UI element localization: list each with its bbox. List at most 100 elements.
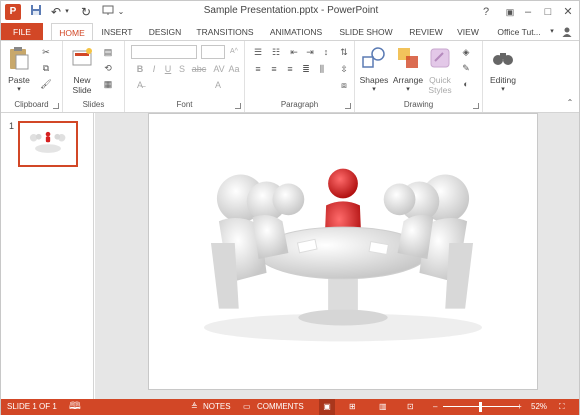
italic-button[interactable]: I (147, 63, 161, 75)
columns-icon[interactable]: ⫼ (315, 63, 329, 75)
font-launcher-icon[interactable] (235, 103, 241, 109)
shapes-icon (362, 47, 385, 68)
account-dropdown-icon[interactable]: ▾ (547, 23, 557, 41)
tab-design[interactable]: DESIGN (143, 23, 187, 41)
zoom-out-button[interactable]: – (433, 399, 437, 415)
increase-indent-icon[interactable]: ⇥ (303, 46, 317, 58)
clipboard-launcher-icon[interactable] (53, 103, 59, 109)
strikethrough-button[interactable]: abc (189, 63, 209, 75)
paste-dropdown-icon: ▾ (17, 86, 21, 93)
normal-view-icon[interactable]: ▣ (319, 399, 335, 415)
powerpoint-app-icon[interactable]: P (5, 4, 21, 20)
font-group-label: Font (176, 100, 193, 109)
section-icon[interactable]: ▦ (101, 78, 115, 90)
font-color-icon[interactable]: A (211, 79, 225, 91)
collapse-ribbon-icon[interactable]: ⌃ (563, 97, 577, 109)
zoom-in-button[interactable]: + (517, 399, 522, 415)
reading-view-icon[interactable]: ▥ (379, 399, 387, 415)
tab-home[interactable]: HOME (51, 23, 93, 41)
bold-button[interactable]: B (133, 63, 147, 75)
decrease-indent-icon[interactable]: ⇤ (287, 46, 301, 58)
editing-dropdown-icon: ▾ (501, 86, 505, 93)
restore-button[interactable]: □ (539, 3, 557, 21)
start-from-beginning-icon[interactable] (101, 4, 115, 20)
paragraph-launcher-icon[interactable] (345, 103, 351, 109)
character-spacing-button[interactable]: AV (211, 63, 227, 75)
clear-formatting-icon[interactable]: A̶ (133, 79, 147, 91)
align-right-icon[interactable]: ≡ (283, 63, 297, 75)
arrange-button[interactable]: Arrange ▾ (391, 45, 425, 93)
layout-icon[interactable]: ▤ (101, 46, 115, 58)
shape-effects-icon[interactable]: ◐ (459, 78, 473, 90)
line-spacing-icon[interactable]: ↕ (319, 46, 333, 58)
slide-sorter-icon[interactable]: ⊞ (349, 399, 356, 415)
text-direction-icon[interactable]: ⇅ (337, 46, 351, 58)
copy-icon[interactable]: ⧉ (39, 62, 53, 74)
slides-group: New Slide ▤ ⟲ ▦ Slides (63, 41, 125, 112)
undo-dropdown-icon[interactable]: ▾ (63, 4, 71, 20)
customize-qat-icon[interactable]: ⌄ (117, 4, 125, 20)
numbering-icon[interactable]: ☷ (269, 46, 283, 58)
slide-thumbnail[interactable] (18, 121, 78, 167)
tab-slide-show[interactable]: SLIDE SHOW (337, 23, 395, 41)
fit-to-window-icon[interactable]: ⛶ (559, 399, 565, 415)
text-shadow-button[interactable]: S (175, 63, 189, 75)
quick-styles-button[interactable]: Quick Styles (425, 45, 455, 95)
bullets-icon[interactable]: ☰ (251, 46, 265, 58)
comments-icon[interactable]: ▭ (243, 399, 251, 415)
align-left-icon[interactable]: ≡ (251, 63, 265, 75)
drawing-launcher-icon[interactable] (473, 103, 479, 109)
slide-show-icon[interactable]: ⊡ (407, 399, 414, 415)
justify-icon[interactable]: ≣ (299, 63, 313, 75)
shape-fill-icon[interactable]: ◈ (459, 46, 473, 58)
help-button[interactable]: ? (477, 3, 495, 21)
notes-icon[interactable]: ≜ (191, 399, 198, 415)
spell-check-icon[interactable]: 🕮 (69, 399, 81, 415)
user-avatar-icon[interactable] (559, 23, 575, 41)
font-name-combo[interactable] (131, 45, 197, 59)
redo-icon[interactable]: ↻ (79, 4, 93, 20)
ribbon: Paste ▾ ✂ ⧉ 🖌 Clipboard New Slide ▤ ⟲ ▦ … (1, 40, 579, 113)
close-button[interactable]: ✕ (559, 3, 577, 21)
align-text-icon[interactable]: ⇳ (337, 63, 351, 75)
shape-outline-icon[interactable]: ✎ (459, 62, 473, 74)
slide-count-status[interactable]: SLIDE 1 OF 1 (7, 399, 57, 415)
meeting-thumbnail-image (29, 131, 66, 153)
slide-editing-area (95, 113, 579, 399)
powerpoint-window: P ↶ ▾ ↻ ⌄ Sample Presentation.pptx - Pow… (0, 0, 580, 415)
grow-font-icon[interactable]: A^ (227, 46, 241, 58)
tab-view[interactable]: VIEW (453, 23, 483, 41)
ribbon-display-options-icon[interactable]: ▣ (501, 3, 519, 21)
window-title: Sample Presentation.pptx - PowerPoint (203, 5, 379, 16)
paste-button[interactable]: Paste ▾ (4, 45, 34, 93)
notes-button[interactable]: NOTES (203, 399, 231, 415)
format-painter-icon[interactable]: 🖌 (39, 78, 53, 90)
clipboard-group: Paste ▾ ✂ ⧉ 🖌 Clipboard (1, 41, 63, 112)
minimize-button[interactable]: – (519, 3, 537, 21)
underline-button[interactable]: U (161, 63, 175, 75)
editing-label: Editing (490, 75, 516, 85)
change-case-button[interactable]: Aa (227, 63, 241, 75)
current-slide[interactable] (148, 113, 538, 390)
tab-review[interactable]: REVIEW (403, 23, 449, 41)
tab-file[interactable]: FILE (1, 23, 43, 41)
tab-animations[interactable]: ANIMATIONS (263, 23, 329, 41)
font-size-combo[interactable] (201, 45, 225, 59)
account-name[interactable]: Office Tut... (491, 23, 547, 41)
tab-insert[interactable]: INSERT (96, 23, 138, 41)
save-icon[interactable] (29, 4, 43, 20)
undo-icon[interactable]: ↶ (49, 4, 63, 20)
shapes-button[interactable]: Shapes ▾ (357, 45, 391, 93)
smartart-icon[interactable]: ⧈ (337, 79, 351, 91)
editing-button[interactable]: Editing ▾ (485, 45, 521, 93)
paste-icon (10, 47, 29, 70)
new-slide-button[interactable]: New Slide (67, 45, 97, 95)
zoom-slider-thumb[interactable] (479, 402, 482, 412)
zoom-level[interactable]: 52% (531, 399, 547, 415)
paste-label: Paste (8, 75, 30, 85)
align-center-icon[interactable]: ≡ (267, 63, 281, 75)
cut-icon[interactable]: ✂ (39, 46, 53, 58)
reset-icon[interactable]: ⟲ (101, 62, 115, 74)
tab-transitions[interactable]: TRANSITIONS (191, 23, 259, 41)
comments-button[interactable]: COMMENTS (257, 399, 304, 415)
